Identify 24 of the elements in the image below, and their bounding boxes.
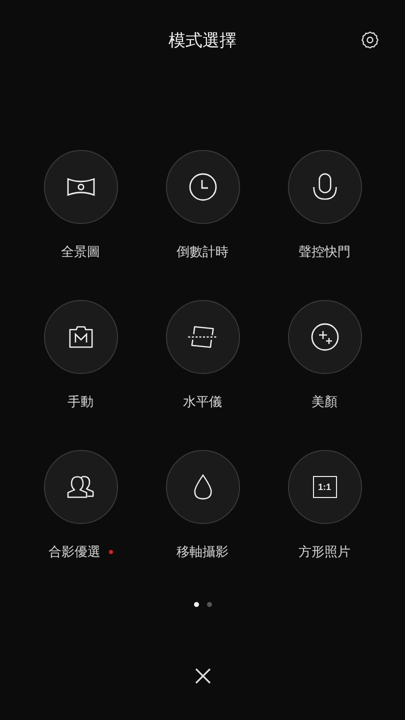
people-icon [66,474,96,500]
settings-icon[interactable] [360,30,380,50]
tilted-frame-icon [186,324,218,350]
mode-label: 水平儀 [183,394,222,411]
microphone-icon [310,172,338,202]
mode-label: 合影優選 [48,544,100,561]
camera-m-icon [68,325,94,349]
mode-label: 全景圖 [61,244,100,261]
clock-icon [188,172,218,202]
mode-label: 倒數計時 [176,244,228,261]
mode-label: 美顏 [312,394,338,411]
square-mode-button[interactable]: 1:1 [288,450,362,524]
screen-title: 模式選擇 [168,30,236,52]
panorama-icon [66,176,96,198]
sparkle-circle-icon [310,322,340,352]
mode-label: 手動 [68,394,94,411]
mode-label: 方形照片 [298,544,350,561]
close-icon[interactable] [194,667,212,685]
mode-label: 移軸攝影 [176,544,228,561]
page-indicator-dot[interactable] [206,602,212,607]
page-indicator-dot[interactable] [194,602,198,607]
mode-label: 聲控快門 [298,244,350,261]
square-ratio-icon: 1:1 [312,476,336,498]
drop-icon [192,473,212,501]
